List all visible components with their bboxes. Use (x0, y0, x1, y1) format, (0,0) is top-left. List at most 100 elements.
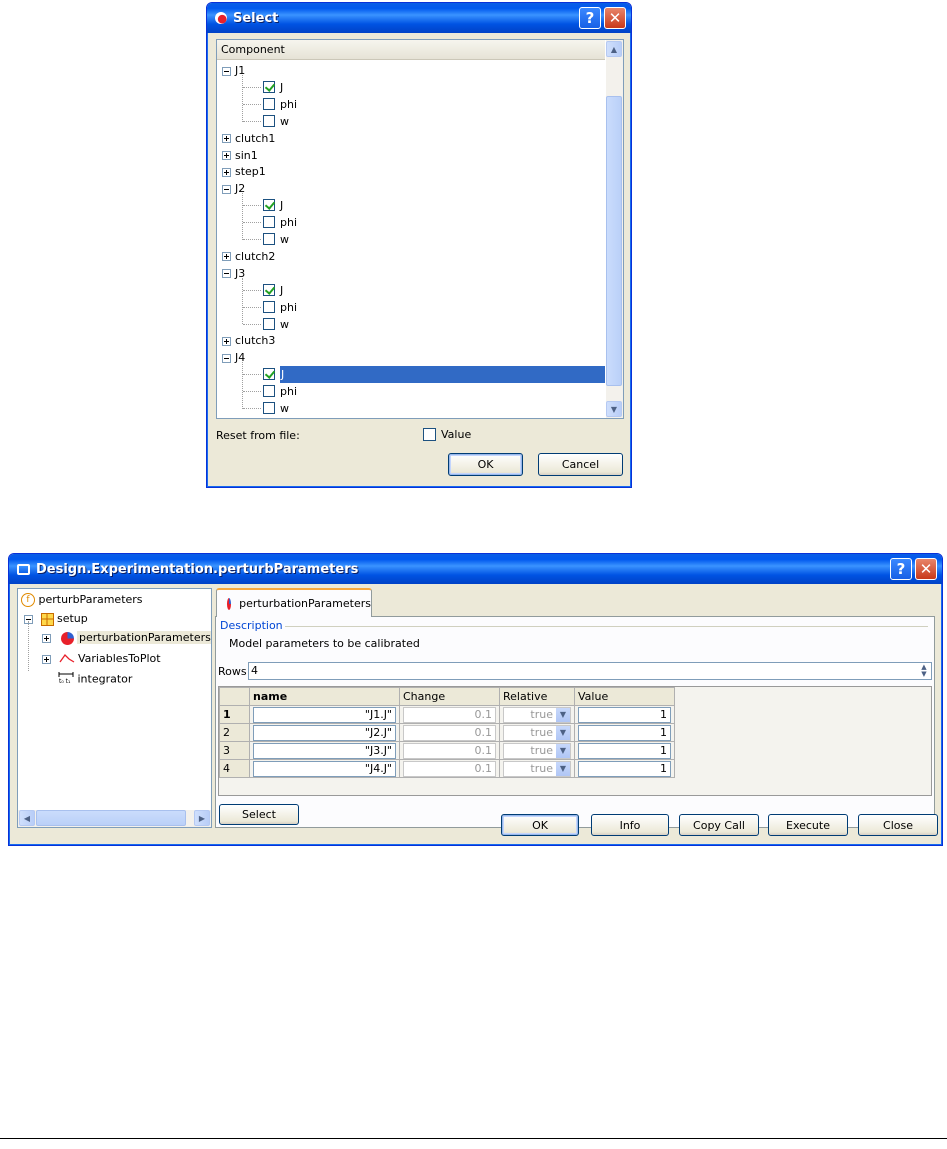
info-button[interactable]: Info (591, 814, 669, 836)
checkbox-w[interactable] (263, 402, 275, 414)
collapse-icon[interactable] (222, 66, 231, 76)
value-cell[interactable]: 1 (574, 759, 675, 778)
relative-cell[interactable]: true ▼ (499, 759, 575, 778)
change-field[interactable]: 0.1 (403, 706, 496, 723)
tree-item-VariablesToPlot[interactable]: VariablesToPlot (42, 650, 161, 667)
chevron-down-icon[interactable]: ▼ (556, 761, 570, 776)
execute-button[interactable]: Execute (768, 814, 848, 836)
value-field[interactable]: 1 (578, 724, 671, 741)
rows-spinner[interactable]: 4 ▲ ▼ (248, 662, 932, 680)
change-cell[interactable]: 0.1 (399, 741, 500, 760)
copy-call-button[interactable]: Copy Call (679, 814, 759, 836)
expand-icon[interactable] (42, 654, 51, 664)
checkbox-J[interactable] (263, 80, 275, 93)
close-button[interactable]: ✕ (604, 7, 626, 29)
tree-leaf-w[interactable]: w (217, 316, 605, 333)
value-checkbox[interactable]: Value (423, 428, 471, 441)
relative-select[interactable]: true ▼ (503, 760, 571, 777)
checkbox-J[interactable] (263, 368, 275, 381)
tree-leaf-w[interactable]: w (217, 113, 605, 130)
name-field[interactable]: "J1.J" (253, 706, 396, 723)
checkbox-J[interactable] (263, 199, 275, 212)
name-cell[interactable]: "J3.J" (249, 741, 400, 760)
value-field[interactable]: 1 (578, 742, 671, 759)
vertical-scrollbar[interactable]: ▲ ▼ (606, 40, 623, 418)
relative-cell[interactable]: true ▼ (499, 723, 575, 742)
tree-leaf-J[interactable]: J (217, 197, 605, 214)
component-tree[interactable]: Component J1 Jphi w clutch1 sin1 step1 J2 Jphi w… (216, 39, 624, 419)
scroll-up-icon[interactable]: ▲ (606, 41, 622, 57)
tree-leaf-phi[interactable]: phi (217, 299, 605, 316)
name-cell[interactable]: "J1.J" (249, 705, 400, 724)
value-field[interactable]: 1 (578, 706, 671, 723)
expand-icon[interactable] (222, 151, 231, 160)
horizontal-scrollbar[interactable]: ◀ ▶ (18, 810, 211, 827)
tree-leaf-w[interactable]: w (217, 231, 605, 248)
name-cell[interactable]: "J2.J" (249, 723, 400, 742)
scroll-down-icon[interactable]: ▼ (606, 401, 622, 417)
relative-select[interactable]: true ▼ (503, 706, 571, 723)
checkbox-phi[interactable] (263, 300, 275, 313)
change-cell[interactable]: 0.1 (399, 759, 500, 778)
checkbox-phi[interactable] (263, 97, 275, 110)
column-header-relative[interactable]: Relative (499, 687, 575, 706)
tree-node-sin1[interactable]: sin1 (222, 147, 258, 164)
tree-item-perturbationParameters[interactable]: perturbationParameters (42, 629, 211, 646)
change-cell[interactable]: 0.1 (399, 705, 500, 724)
h-scroll-thumb[interactable] (36, 810, 186, 826)
column-header-change[interactable]: Change (399, 687, 500, 706)
relative-cell[interactable]: true ▼ (499, 741, 575, 760)
value-field[interactable]: 1 (578, 760, 671, 777)
value-checkbox-box[interactable] (423, 428, 436, 441)
tree-leaf-J[interactable]: J (217, 282, 605, 299)
checkbox-phi[interactable] (263, 385, 275, 398)
tree-item-integrator[interactable]: t₀ t₁ integrator (58, 670, 132, 687)
ok-button[interactable]: OK (501, 814, 579, 836)
change-field[interactable]: 0.1 (403, 724, 496, 741)
tree-leaf-phi[interactable]: phi (217, 96, 605, 113)
tree-leaf-w[interactable]: w (217, 400, 605, 417)
parameter-tree[interactable]: f perturbParameters setup perturbationPa… (17, 588, 212, 828)
relative-cell[interactable]: true ▼ (499, 705, 575, 724)
expand-icon[interactable] (42, 633, 51, 643)
name-cell[interactable]: "J4.J" (249, 759, 400, 778)
tree-node-clutch2[interactable]: clutch2 (222, 248, 275, 265)
collapse-icon[interactable] (222, 184, 231, 194)
expand-icon[interactable] (222, 134, 231, 144)
collapse-icon[interactable] (222, 269, 231, 279)
expand-icon[interactable] (222, 252, 231, 262)
cancel-button[interactable]: Cancel (538, 453, 623, 476)
tab-perturbationParameters[interactable]: perturbationParameters (216, 588, 372, 617)
relative-select[interactable]: true ▼ (503, 742, 571, 759)
checkbox-phi[interactable] (263, 216, 275, 229)
row-index[interactable]: 4 (219, 759, 250, 778)
main-help-button[interactable]: ? (890, 558, 912, 580)
tree-node-clutch3[interactable]: clutch3 (222, 332, 275, 349)
relative-select[interactable]: true ▼ (503, 724, 571, 741)
scroll-thumb[interactable] (606, 96, 622, 386)
checkbox-w[interactable] (263, 233, 275, 245)
tree-leaf-J[interactable]: J (217, 366, 605, 384)
checkbox-w[interactable] (263, 114, 275, 127)
ok-button[interactable]: OK (448, 453, 523, 476)
change-field[interactable]: 0.1 (403, 760, 496, 777)
expand-icon[interactable] (222, 336, 231, 346)
select-button[interactable]: Select (219, 804, 299, 825)
tree-item-setup[interactable]: setup (24, 610, 88, 627)
tree-root-perturbParameters[interactable]: f perturbParameters (21, 591, 143, 608)
spinner-arrows-icon[interactable]: ▲ ▼ (918, 664, 930, 678)
component-column-header[interactable]: Component (217, 40, 605, 60)
chevron-down-icon[interactable]: ▼ (556, 743, 570, 758)
main-dialog-titlebar[interactable]: Design.Experimentation.perturbParameters… (9, 554, 942, 584)
help-button[interactable]: ? (579, 7, 601, 29)
value-cell[interactable]: 1 (574, 705, 675, 724)
change-field[interactable]: 0.1 (403, 742, 496, 759)
checkbox-J[interactable] (263, 283, 275, 296)
row-index[interactable]: 2 (219, 723, 250, 742)
tree-node-step1[interactable]: step1 (222, 163, 266, 180)
expand-icon[interactable] (222, 167, 231, 177)
collapse-icon[interactable] (222, 353, 231, 363)
rows-value[interactable]: 4 (251, 664, 258, 677)
scroll-right-icon[interactable]: ▶ (194, 810, 210, 826)
main-close-button[interactable]: ✕ (915, 558, 937, 580)
